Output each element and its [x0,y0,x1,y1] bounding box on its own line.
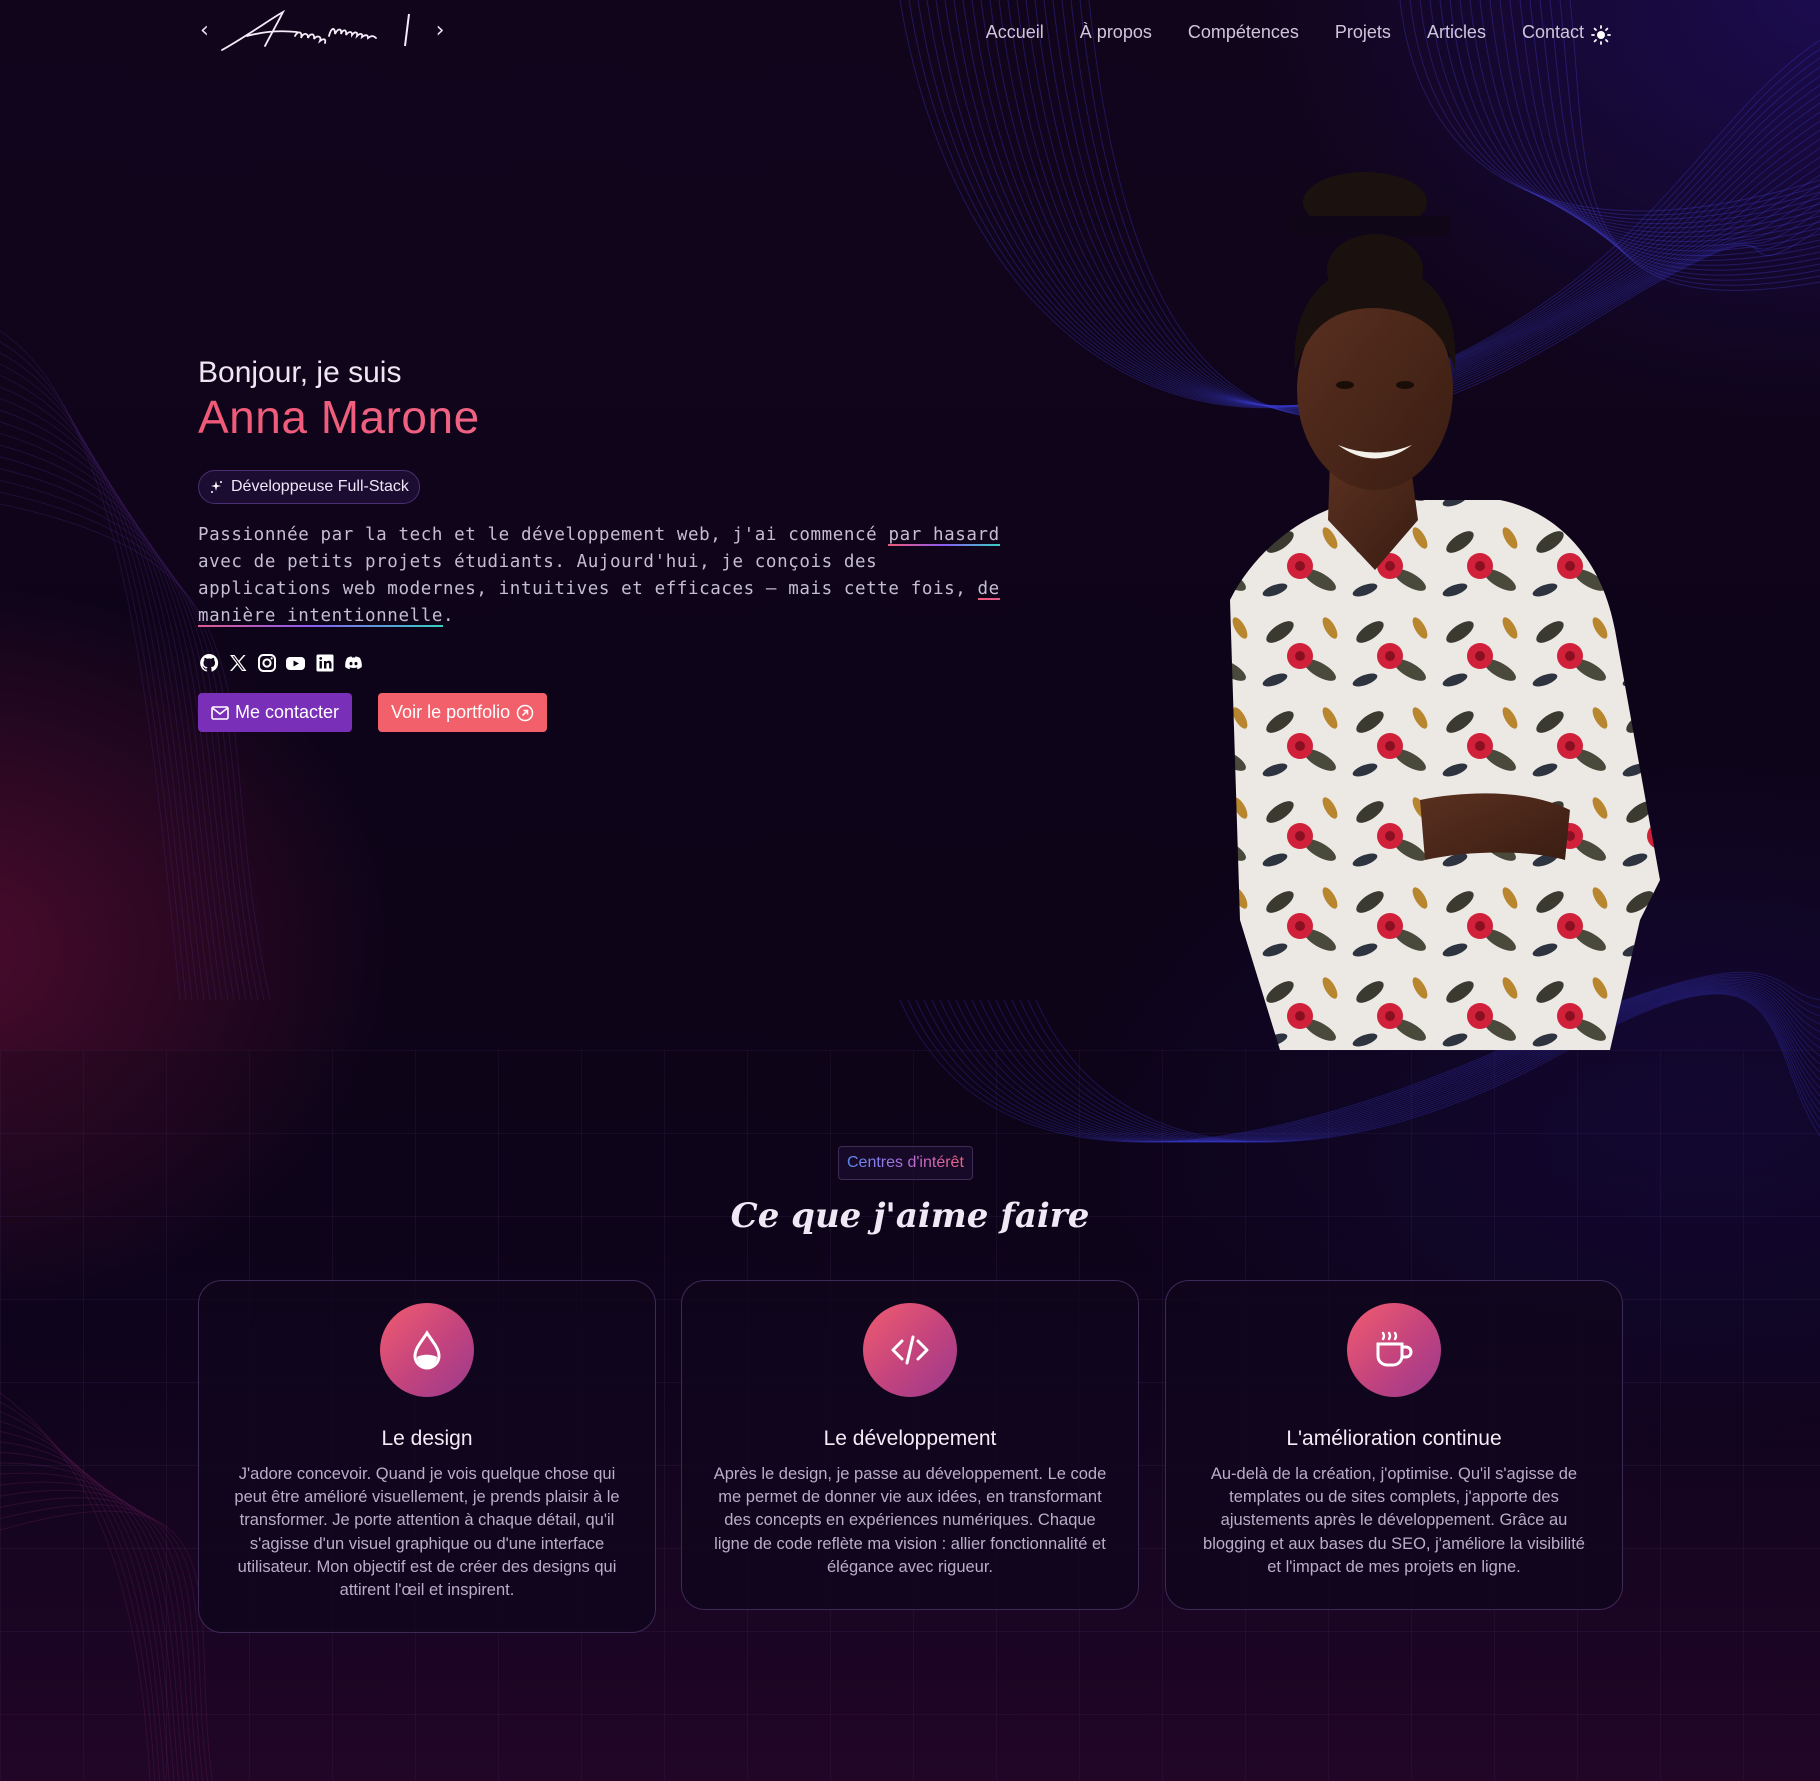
arrow-up-right-circle-icon [516,704,534,721]
section-title: Ce que j'aime faire [730,1196,1090,1236]
wave-line [0,1472,189,1781]
role-badge-label: Développeuse Full-Stack [231,478,409,495]
card-title: L'amélioration continue [1286,1427,1502,1450]
github-icon[interactable] [198,652,219,673]
nav-link-competences[interactable]: Compétences [1188,22,1299,43]
hero-greeting: Bonjour, je suis [198,356,402,389]
x-icon[interactable] [227,652,248,673]
wave-line [0,1410,161,1781]
sparkles-icon [211,481,222,493]
card-text: Au-delà de la création, j'optimise. Qu'i… [1203,1465,1585,1576]
instagram-icon[interactable] [256,652,277,673]
card-icon-badge [1347,1303,1441,1397]
hero-name: Anna Marone [198,390,1018,444]
coffee-cup-icon [1376,1331,1413,1367]
bio-text: avec de petits projets étudiants. Aujour… [198,552,978,599]
wave-line [0,1497,204,1781]
site-logo[interactable]: ‹ › [198,6,447,54]
card-icon-badge [863,1303,957,1397]
youtube-icon[interactable] [285,652,306,673]
card-text: J'adore concevoir. Quand je vois quelque… [234,1465,620,1600]
bio-link-par-hasard[interactable]: par hasard [888,525,1000,546]
portfolio-button[interactable]: Voir le portfolio [378,693,548,732]
logo-bracket-right: › [433,17,447,43]
section-badge-label: Centres d'intérêt [847,1154,964,1171]
card-title: Le développement [823,1427,997,1450]
nav-link-contact[interactable]: Contact [1522,22,1584,43]
wave-line [0,1510,213,1781]
card-text: Après le design, je passe au développeme… [713,1465,1107,1576]
social-links [198,652,1018,673]
droplet-icon [413,1330,441,1370]
contact-button-label: Me contacter [235,702,340,722]
hero-section: Bonjour, je suis Anna Marone Développeus… [0,0,1820,1050]
sun-icon [1591,25,1611,45]
nav-link-articles[interactable]: Articles [1427,22,1486,43]
bio-text: Passionnée par la tech et le développeme… [198,525,889,545]
top-navigation: ‹ › Accueil À propos Compétences Projets… [0,0,1820,74]
linkedin-icon[interactable] [314,652,335,673]
hero-bio: Passionnée par la tech et le développeme… [198,522,1018,630]
card-title: Le design [381,1427,473,1450]
wave-line [0,1392,151,1781]
section-badge: Centres d'intérêt [838,1146,973,1180]
profile-photo [1170,160,1700,1050]
role-badge: Développeuse Full-Stack [198,470,420,504]
portfolio-button-label: Voir le portfolio [391,702,511,722]
hero-actions: Me contacter Voir le portfolio [198,693,1018,732]
theme-toggle-button[interactable] [1590,24,1612,46]
discord-icon[interactable] [343,652,364,673]
wave-line [0,1401,156,1781]
card-icon-badge [380,1303,474,1397]
contact-button[interactable]: Me contacter [198,693,353,732]
nav-links: Accueil À propos Compétences Projets Art… [986,22,1584,43]
interest-card-improvement: L'amélioration continue Au-delà de la cr… [1165,1280,1623,1611]
hero-intro: Bonjour, je suis Anna Marone Développeus… [198,356,1018,732]
logo-bracket-left: ‹ [198,17,212,43]
interest-card-design: Le design J'adore concevoir. Quand je vo… [198,1280,656,1634]
interest-card-development: Le développement Après le design, je pas… [681,1280,1139,1611]
nav-link-projets[interactable]: Projets [1335,22,1391,43]
mail-icon [211,705,229,720]
signature-logo-image [221,9,411,51]
bio-text: . [443,606,455,626]
nav-link-accueil[interactable]: Accueil [986,22,1044,43]
wave-line [0,1489,199,1781]
code-icon [891,1335,929,1365]
wave-line [0,1441,175,1781]
nav-link-a-propos[interactable]: À propos [1080,22,1152,43]
